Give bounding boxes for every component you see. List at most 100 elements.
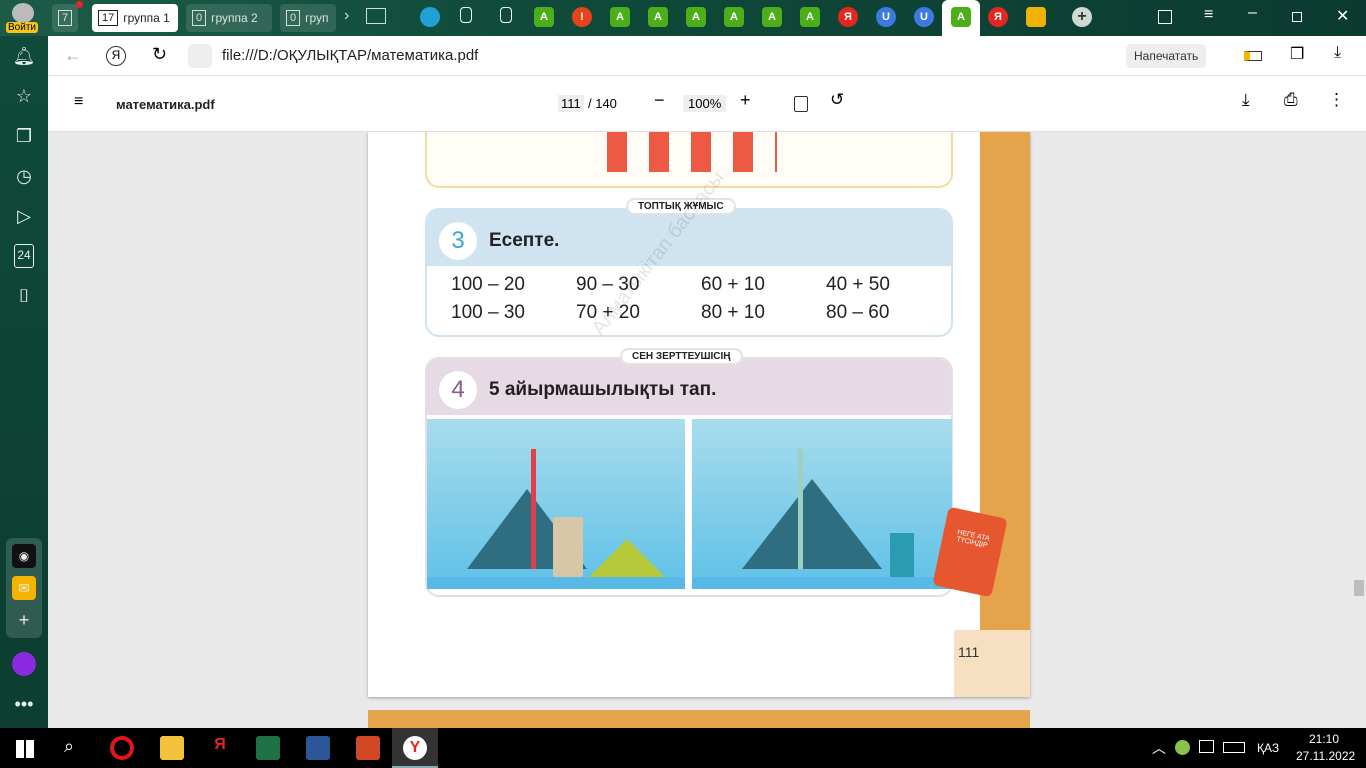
reload-icon[interactable]: ↻	[152, 44, 167, 65]
tab-a-icon[interactable]: A	[686, 7, 706, 27]
history-icon[interactable]: ◷	[12, 164, 36, 188]
print-icon[interactable]: ⎙	[1284, 90, 1298, 110]
tab-alert-icon[interactable]: !	[572, 7, 592, 27]
login-button[interactable]: Войти	[6, 22, 38, 33]
zoom-out-icon[interactable]: −	[654, 90, 665, 111]
new-tab-button[interactable]: +	[1072, 7, 1092, 27]
tab-a-icon[interactable]: A	[762, 7, 782, 27]
tab-document-icon[interactable]	[500, 7, 512, 23]
tab-group-3[interactable]: 0 груп	[280, 4, 336, 32]
extension-icon[interactable]: ❒	[1290, 44, 1304, 64]
tab-u-icon[interactable]: U	[876, 7, 896, 27]
pdf-toolbar: ≡ математика.pdf 111 / 140 − 100% + ↺ ⤓ …	[48, 76, 1366, 132]
keyboard-icon[interactable]	[1223, 742, 1245, 753]
notification-icon[interactable]	[1199, 740, 1214, 753]
tab-favicon[interactable]	[420, 7, 440, 27]
play-icon[interactable]: ▷	[12, 204, 36, 228]
download-icon[interactable]: ⤓	[1242, 90, 1250, 110]
group-count: 0	[286, 10, 301, 26]
scrollbar-thumb[interactable]	[1354, 580, 1364, 596]
excel-icon[interactable]	[256, 736, 280, 760]
tab-image-icon[interactable]	[1026, 7, 1046, 27]
star-icon[interactable]: ☆	[12, 84, 36, 108]
close-icon[interactable]: ✕	[1336, 6, 1349, 26]
collections-icon[interactable]: ❐	[12, 124, 36, 148]
expression: 80 + 10	[701, 302, 765, 323]
file-icon	[188, 44, 212, 68]
expression: 80 – 60	[826, 302, 890, 323]
mail-icon[interactable]: ✉	[12, 576, 36, 600]
home-tab-group[interactable]: 7	[52, 4, 79, 32]
profile-avatar[interactable]	[12, 3, 34, 23]
page-number-input[interactable]: 111	[558, 95, 584, 112]
windows-start-icon[interactable]	[16, 740, 34, 758]
pdf-viewer[interactable]: 3 Есепте. 100 – 20 90 – 30 60 + 10 40 + …	[48, 132, 1366, 728]
powerpoint-icon[interactable]	[356, 736, 380, 760]
tab-yandex-icon[interactable]: Я	[988, 7, 1008, 27]
buckets-image	[607, 132, 777, 172]
chevron-right-icon[interactable]: ›	[344, 7, 349, 25]
rotate-icon[interactable]: ↺	[830, 90, 844, 110]
minimize-icon[interactable]: –	[1248, 4, 1257, 22]
expression: 100 – 30	[451, 302, 525, 323]
word-icon[interactable]	[306, 736, 330, 760]
print-button[interactable]: Напечатать	[1126, 44, 1207, 68]
camera-icon[interactable]: ⌷	[12, 284, 36, 308]
alice-icon[interactable]	[12, 652, 36, 676]
add-app-icon[interactable]: +	[12, 608, 36, 632]
zoom-level-input[interactable]: 100%	[683, 95, 727, 112]
fit-page-icon[interactable]	[794, 96, 808, 112]
tab-a-icon[interactable]: A	[951, 7, 971, 27]
yandex-browser-icon[interactable]: Я	[208, 736, 232, 760]
explorer-icon[interactable]	[160, 736, 184, 760]
restore-icon[interactable]	[1292, 12, 1302, 22]
language-indicator[interactable]: ҚАЗ	[1257, 741, 1279, 755]
previous-task-illustration	[425, 132, 953, 188]
zoom-in-icon[interactable]: +	[740, 90, 751, 111]
clock-date[interactable]: 27.11.2022	[1296, 749, 1355, 763]
menu-icon[interactable]: ≡	[1204, 6, 1213, 24]
group-count: 17	[98, 10, 119, 26]
more-options-icon[interactable]: ⋮	[1328, 90, 1345, 110]
search-icon[interactable]: ⌕	[64, 736, 74, 757]
bell-icon[interactable]: 🔔︎	[12, 44, 36, 68]
city-picture-right	[692, 419, 952, 589]
tab-a-icon[interactable]: A	[800, 7, 820, 27]
tab-a-icon[interactable]: A	[648, 7, 668, 27]
tab-document-icon[interactable]	[460, 7, 472, 23]
tab-group-1[interactable]: 17 группа 1	[92, 4, 178, 32]
clock-time[interactable]: 21:10	[1309, 732, 1339, 746]
taskbar: ⌕ Я Y ︿ ҚАЗ 21:10 27.11.2022	[0, 728, 1366, 768]
task-title: Есепте.	[489, 230, 560, 251]
opera-icon[interactable]	[110, 736, 134, 760]
group-label: группа 1	[123, 11, 170, 25]
address-bar: ← Я ↻ file:///D:/ОҚУЛЫҚТАР/математика.pd…	[48, 36, 1366, 76]
pdf-page: 3 Есепте. 100 – 20 90 – 30 60 + 10 40 + …	[368, 132, 1030, 697]
tab-yandex-icon[interactable]: Я	[838, 7, 858, 27]
tab-a-icon[interactable]: A	[610, 7, 630, 27]
task-title: 5 айырмашылықты тап.	[489, 379, 717, 400]
tab-a-icon[interactable]: A	[724, 7, 744, 27]
tab-a-icon[interactable]: A	[534, 7, 554, 27]
sidebar: 🔔︎ ☆ ❐ ◷ ▷ 24 ⌷ ◉ ✉ + •••	[0, 36, 48, 728]
city-picture-left	[427, 419, 685, 589]
expression: 60 + 10	[701, 274, 765, 295]
new-group-icon[interactable]	[366, 8, 386, 24]
app-icon[interactable]: ◉	[12, 544, 36, 568]
tab-u-icon[interactable]: U	[914, 7, 934, 27]
tab-group-2[interactable]: 0 группа 2	[186, 4, 272, 32]
tabs-icon[interactable]	[1158, 10, 1172, 24]
news-24-icon[interactable]: 24	[14, 244, 34, 268]
home-count: 7	[58, 10, 73, 26]
next-page	[368, 710, 1030, 728]
tray-chevron-icon[interactable]: ︿	[1152, 738, 1166, 758]
back-icon[interactable]: ←	[64, 45, 82, 66]
url-field[interactable]: file:///D:/ОҚУЛЫҚТАР/математика.pdf	[222, 47, 478, 64]
menu-icon[interactable]: ≡	[74, 93, 83, 111]
pdf-filename: математика.pdf	[116, 97, 215, 112]
yandex-icon[interactable]: Я	[106, 46, 126, 66]
tray-app-icon[interactable]	[1175, 740, 1190, 755]
download-icon[interactable]: ⤓	[1334, 44, 1341, 62]
more-icon[interactable]: •••	[12, 692, 36, 716]
yandex-icon[interactable]: Y	[403, 736, 427, 760]
